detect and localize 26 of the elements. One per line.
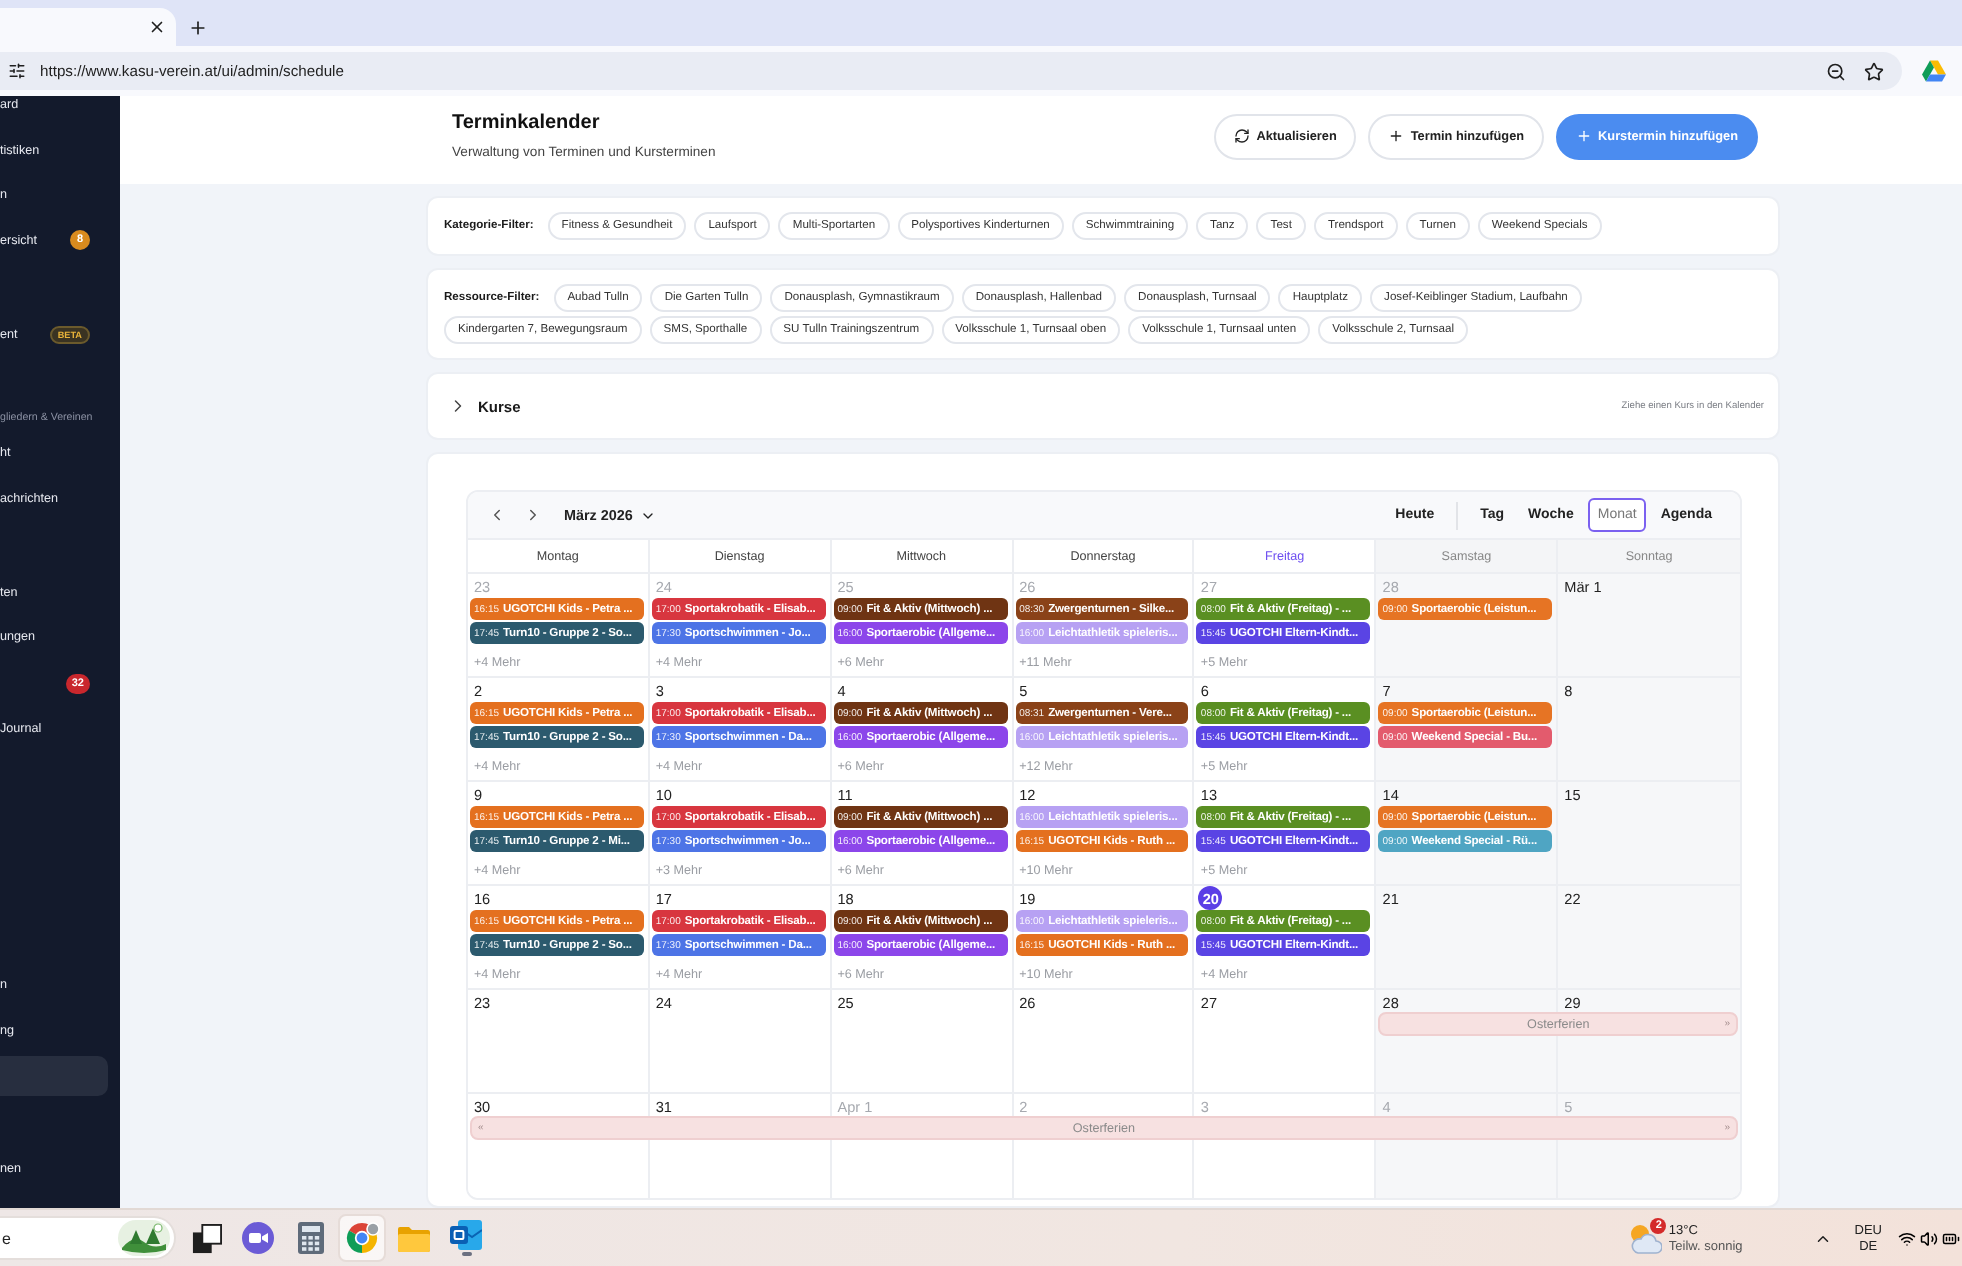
volume-icon [1920,1229,1938,1247]
site-settings-icon [7,62,25,80]
site-settings-button[interactable] [6,61,26,81]
browser-icon [345,1222,379,1254]
plus-icon [188,18,208,38]
wifi-icon [1898,1229,1916,1247]
page-title: Terminkalender [452,112,602,134]
bookmark-button[interactable] [1862,59,1886,83]
running-indicator-icon [461,1252,471,1256]
extension-button[interactable] [1920,57,1948,85]
folder-icon [398,1225,430,1251]
plus-icon [1388,128,1405,144]
search-field[interactable]: e [2,1226,62,1250]
zoom-icon [1826,61,1846,81]
refresh-icon [1234,128,1251,144]
battery-icon [1942,1229,1960,1247]
star-icon [1864,61,1884,81]
mail-icon [450,1220,482,1250]
video-chat-icon [242,1222,274,1254]
zoom-button[interactable] [1824,59,1848,83]
close-icon [147,18,165,36]
plus-icon [1576,128,1593,144]
calculator-icon [297,1222,323,1254]
weather-icon [1628,1222,1663,1254]
task-view-icon [191,1223,221,1253]
triangle-logo-icon [1922,60,1946,82]
